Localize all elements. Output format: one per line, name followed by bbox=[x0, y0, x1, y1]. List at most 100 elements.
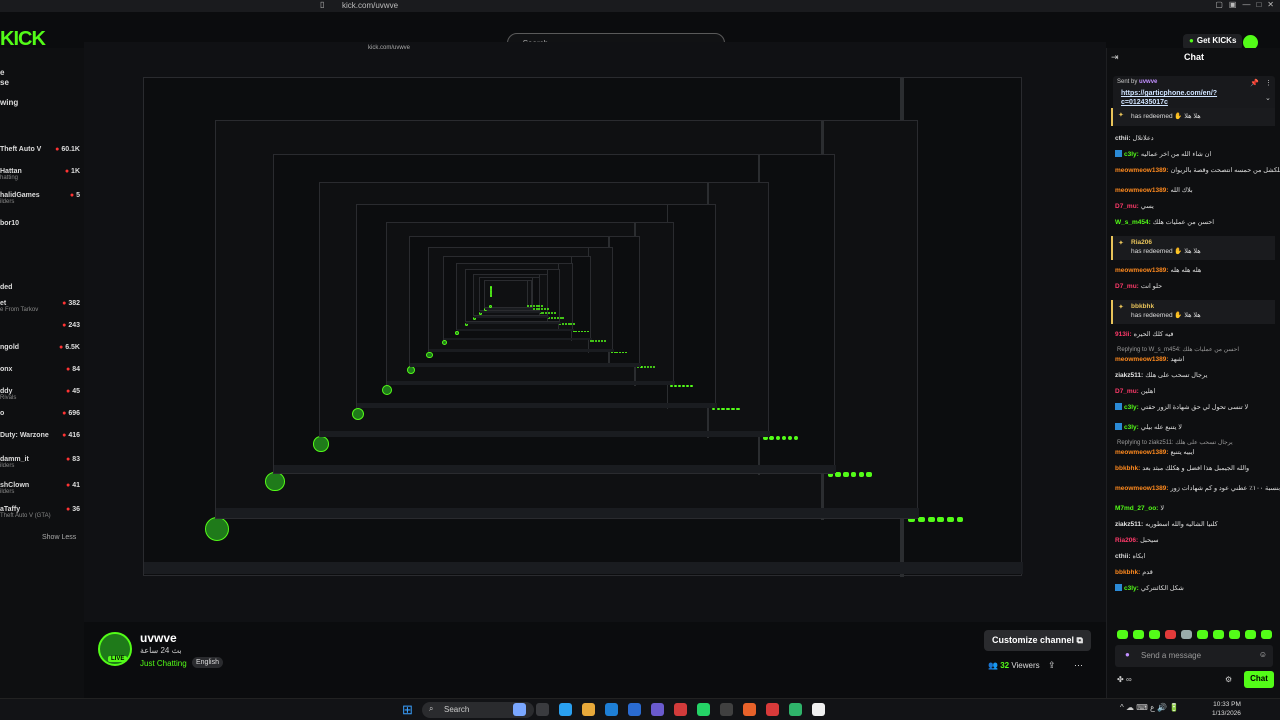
chat-username[interactable]: ziakz511: bbox=[1115, 372, 1143, 379]
chat-username[interactable]: meowmeow1389: bbox=[1115, 187, 1168, 194]
chat-send-button[interactable]: Chat bbox=[1244, 671, 1274, 688]
brave-icon[interactable] bbox=[766, 703, 779, 716]
maximize-icon[interactable]: □ bbox=[1256, 0, 1261, 9]
chat-message[interactable]: meowmeow1389: كلكشل من حمسه انتصحت وقصة ب… bbox=[1115, 166, 1280, 174]
sidebar-item[interactable]: onx ● 84 bbox=[0, 366, 84, 373]
sidebar-item[interactable]: Duty: Warzone ● 416 bbox=[0, 432, 84, 439]
chat-message[interactable]: meowmeow1389:والله انا صادق بنسبة ١٠٠٪ ع… bbox=[1115, 484, 1280, 492]
sidebar-item[interactable]: e bbox=[0, 68, 84, 77]
chat-username[interactable]: M7md_27_oo: bbox=[1115, 505, 1158, 512]
infinity-icon[interactable]: ∞ bbox=[1126, 675, 1132, 684]
windows-start-icon[interactable]: ⊞ bbox=[402, 702, 413, 718]
task-view-icon[interactable] bbox=[536, 703, 549, 716]
emote[interactable] bbox=[1181, 630, 1192, 639]
chat-message[interactable]: bbkbhk: قدم bbox=[1115, 568, 1153, 576]
chat-message[interactable]: ziakz511: يرجال تسحب على هلك bbox=[1115, 371, 1207, 379]
sidebar-item[interactable]: wing bbox=[0, 98, 84, 107]
emoji-icon[interactable]: ☺ bbox=[1259, 650, 1267, 659]
chat-message[interactable]: meowmeow1389: ايبيه يتنبع bbox=[1115, 448, 1194, 456]
chat-message[interactable]: Ria206: سيحبل bbox=[1115, 536, 1159, 544]
chat-username[interactable]: cthii: bbox=[1115, 135, 1131, 142]
chat-message[interactable]: W_s_m454: احسن من عمليات هلك bbox=[1115, 218, 1214, 226]
whatsapp-icon[interactable] bbox=[697, 703, 710, 716]
chat-username[interactable]: meowmeow1389: bbox=[1115, 485, 1168, 492]
bookmark-icon[interactable]: ▯ bbox=[320, 0, 324, 9]
mic-icon[interactable]: ● bbox=[1125, 650, 1130, 659]
address-bar[interactable]: kick.com/uvwve bbox=[342, 1, 398, 10]
chat-message[interactable]: bbkbhk: والله الجيمبل هذا افضل و هكلك مبث… bbox=[1115, 464, 1249, 472]
chat-reply-context[interactable]: Replying to W_s_m454: احسن من عمليات هلك bbox=[1117, 346, 1239, 353]
chat-message[interactable]: meowmeow1389: بلاك الله bbox=[1115, 186, 1193, 194]
chat-message[interactable]: meowmeow1389: اشهد bbox=[1115, 355, 1184, 363]
chrome-icon[interactable] bbox=[559, 703, 572, 716]
chat-message[interactable]: c3ly: لا يتنبع عله بيلي bbox=[1115, 423, 1182, 431]
pinned-link[interactable]: https://garticphone.com/en/?c=012435017c bbox=[1121, 89, 1261, 107]
sidebar-item[interactable]: o ● 696 bbox=[0, 410, 84, 417]
sidebar-item[interactable]: ddy Rivals ● 45 bbox=[0, 388, 84, 401]
chat-message[interactable]: D7_mu: يسي bbox=[1115, 202, 1154, 210]
emote[interactable] bbox=[1117, 630, 1128, 639]
chat-message[interactable]: c3ly: شكل الكائنتركي bbox=[1115, 584, 1184, 592]
taskbar-clock[interactable]: 10:33 PM 1/13/2026 bbox=[1212, 700, 1241, 718]
chat-message[interactable]: M7md_27_oo: لا bbox=[1115, 504, 1164, 512]
steam-icon[interactable] bbox=[720, 703, 733, 716]
language-tag[interactable]: English bbox=[192, 657, 223, 668]
sidebar-item[interactable]: aTaffy Theft Auto V (GTA) ● 36 bbox=[0, 506, 84, 519]
system-tray[interactable]: ^ ☁ ⌨ ع 🔊 🔋 bbox=[1120, 703, 1179, 712]
stream-category[interactable]: Just Chatting bbox=[140, 659, 187, 668]
channel-name[interactable]: uvwve bbox=[140, 631, 177, 645]
chat-redeem[interactable]: ✦ has redeemed ✋ هلا هلا bbox=[1111, 108, 1275, 126]
chat-message[interactable]: cthii: ابكاه bbox=[1115, 552, 1145, 560]
pin-icon[interactable]: 📌 bbox=[1250, 79, 1259, 87]
chat-message[interactable]: cthii: دعلاتلال bbox=[1115, 134, 1154, 142]
chat-username[interactable]: D7_mu: bbox=[1115, 388, 1139, 395]
edge-icon[interactable] bbox=[605, 703, 618, 716]
emote[interactable] bbox=[1245, 630, 1256, 639]
chat-username[interactable]: meowmeow1389: bbox=[1115, 167, 1168, 174]
emote[interactable] bbox=[1229, 630, 1240, 639]
emote[interactable] bbox=[1261, 630, 1272, 639]
chat-username[interactable]: ziakz511: bbox=[1115, 521, 1143, 528]
chat-username[interactable]: bbkbhk bbox=[1131, 303, 1154, 310]
chrome-canary-icon[interactable] bbox=[743, 703, 756, 716]
chat-redeem[interactable]: ✦ bbkbhk has redeemed ✋ هلا هلا bbox=[1111, 300, 1275, 324]
chat-message[interactable]: meowmeow1389: هله هله هله bbox=[1115, 266, 1201, 274]
chat-message[interactable]: ziakz511: كلنيا الشاليه والله اسطوريه bbox=[1115, 520, 1218, 528]
discord-icon[interactable] bbox=[651, 703, 664, 716]
sidebar-item[interactable]: shClown ilders ● 41 bbox=[0, 482, 84, 495]
chat-footer-icons[interactable]: ✤ ∞ bbox=[1117, 675, 1132, 684]
emote[interactable] bbox=[1149, 630, 1160, 639]
app-icon[interactable] bbox=[789, 703, 802, 716]
kebab-icon[interactable]: ⋮ bbox=[1265, 79, 1272, 87]
chat-username[interactable]: 913ii: bbox=[1115, 331, 1132, 338]
chat-username[interactable]: D7_mu: bbox=[1115, 283, 1139, 290]
pinned-user[interactable]: uvwve bbox=[1139, 79, 1157, 85]
chat-username[interactable]: D7_mu: bbox=[1115, 203, 1139, 210]
chevron-down-icon[interactable]: ⌄ bbox=[1265, 94, 1271, 102]
chat-username[interactable]: cthii: bbox=[1115, 553, 1131, 560]
chat-username[interactable]: meowmeow1389: bbox=[1115, 449, 1168, 456]
points-icon[interactable]: ✤ bbox=[1117, 675, 1126, 684]
chat-message[interactable]: c3ly: لا تنسى تحول لي حق شهادة الزور حقتي bbox=[1115, 403, 1248, 411]
extensions-icon[interactable]: ▢ bbox=[1215, 0, 1223, 9]
sidebar-item[interactable]: se bbox=[0, 78, 84, 87]
chat-message[interactable]: c3ly: ان شاء الله من اخر عماليه bbox=[1115, 150, 1211, 158]
minimize-icon[interactable]: — bbox=[1242, 0, 1250, 9]
chat-username[interactable]: W_s_m454: bbox=[1115, 219, 1151, 226]
notepad-icon[interactable] bbox=[812, 703, 825, 716]
emote[interactable] bbox=[1133, 630, 1144, 639]
chat-message[interactable]: D7_mu: اهلين bbox=[1115, 387, 1155, 395]
chat-username[interactable]: c3ly: bbox=[1124, 424, 1139, 431]
chat-message[interactable]: D7_mu: حلو انت bbox=[1115, 282, 1162, 290]
emote[interactable] bbox=[1165, 630, 1176, 639]
sidebar-item[interactable]: Hattan hatting ● 1K bbox=[0, 168, 84, 181]
sidebar-item[interactable]: Theft Auto V ● 60.1K bbox=[0, 146, 84, 153]
sidebar-item[interactable]: et e From Tarkov ● 382 bbox=[0, 300, 84, 313]
settings-icon[interactable]: ⚙ bbox=[1225, 675, 1232, 684]
sidebar-item[interactable]: bor10 bbox=[0, 220, 84, 227]
chat-input[interactable]: ● Send a message ☺ bbox=[1115, 645, 1273, 667]
media-icon[interactable] bbox=[674, 703, 687, 716]
emote[interactable] bbox=[1197, 630, 1208, 639]
file-explorer-icon[interactable] bbox=[582, 703, 595, 716]
customize-channel-button[interactable]: Customize channel ⧉ bbox=[984, 630, 1091, 651]
